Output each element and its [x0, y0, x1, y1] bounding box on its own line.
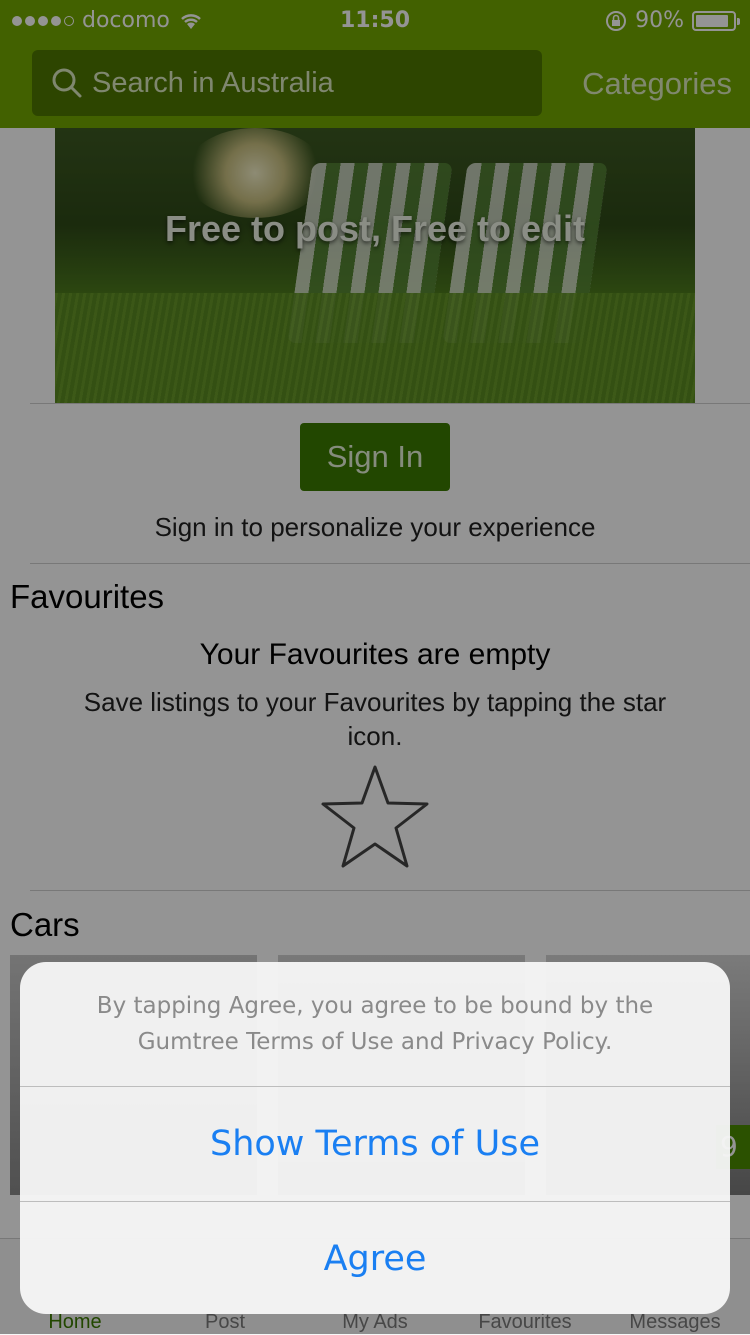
alert-message: By tapping Agree, you agree to be bound … — [96, 993, 654, 1055]
terms-alert: By tapping Agree, you agree to be bound … — [20, 962, 730, 1314]
agree-button[interactable]: Agree — [20, 1202, 730, 1314]
show-terms-button[interactable]: Show Terms of Use — [20, 1087, 730, 1201]
